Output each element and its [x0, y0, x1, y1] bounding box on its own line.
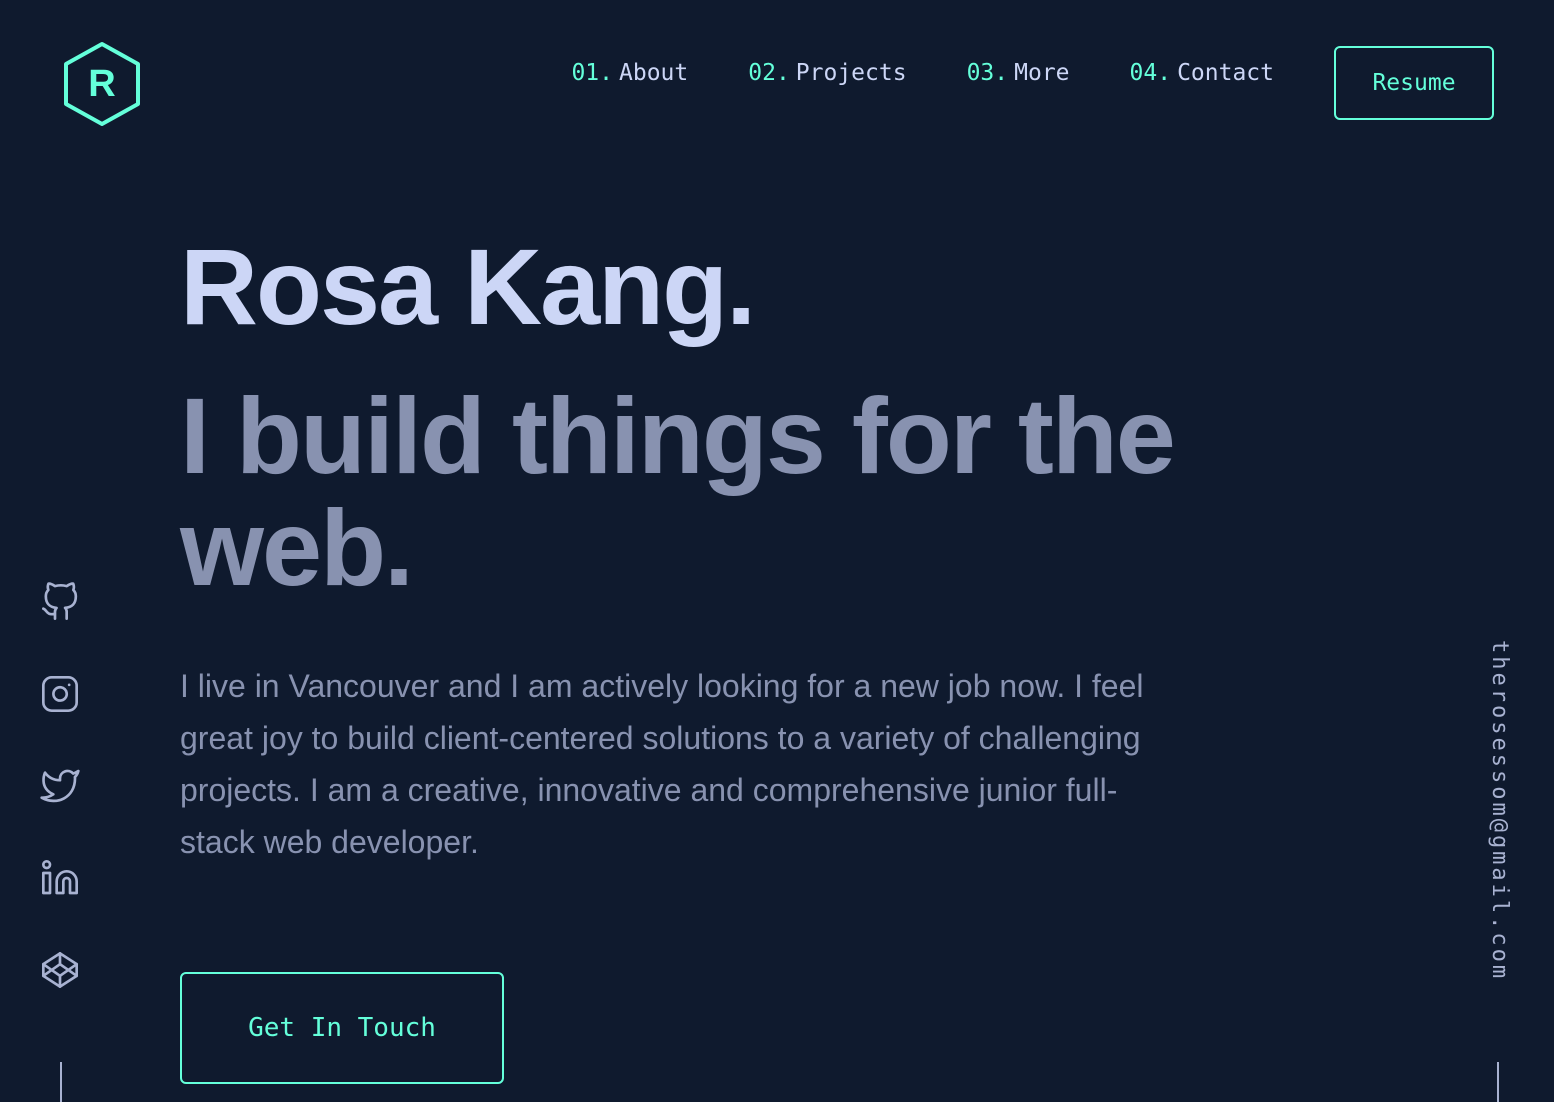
- social-sidebar: [36, 578, 84, 994]
- get-in-touch-button[interactable]: Get In Touch: [180, 972, 504, 1084]
- main-nav: 01. About 02. Projects 03. More 04. Contact: [571, 60, 1274, 86]
- hero-name: Rosa Kang.: [180, 226, 756, 347]
- email-sidebar: therosessom@gmail.com: [1470, 640, 1526, 1020]
- nav-link-about[interactable]: 01. About: [571, 60, 688, 86]
- github-link[interactable]: [36, 578, 84, 626]
- nav-number: 01.: [571, 60, 613, 86]
- instagram-link[interactable]: [36, 670, 84, 718]
- nav-label: Projects: [795, 60, 907, 86]
- nav-label: About: [619, 60, 689, 86]
- left-rail-line: [60, 1062, 62, 1102]
- codepen-link[interactable]: [36, 946, 84, 994]
- twitter-link[interactable]: [36, 762, 84, 810]
- nav-number: 04.: [1129, 60, 1172, 86]
- right-rail-line: [1497, 1062, 1499, 1102]
- nav-label: Contact: [1177, 60, 1274, 86]
- email-link[interactable]: therosessom@gmail.com: [1487, 640, 1512, 981]
- resume-button[interactable]: Resume: [1334, 46, 1494, 120]
- nav-label: More: [1014, 60, 1070, 86]
- logo-letter: R: [88, 62, 116, 105]
- codepen-icon: [42, 952, 78, 988]
- nav-link-contact[interactable]: 04. Contact: [1130, 60, 1274, 86]
- instagram-icon: [42, 676, 78, 712]
- logo-link[interactable]: R: [62, 40, 142, 128]
- hero-tagline: I build things for the web.: [180, 375, 1176, 608]
- twitter-icon: [40, 769, 80, 803]
- linkedin-icon: [42, 860, 78, 895]
- github-icon: [42, 582, 78, 620]
- nav-link-projects[interactable]: 02. Projects: [748, 60, 906, 86]
- linkedin-link[interactable]: [36, 854, 84, 902]
- nav-number: 03.: [966, 60, 1009, 86]
- hero-description: I live in Vancouver and I am actively lo…: [180, 668, 1144, 860]
- nav-link-more[interactable]: 03. More: [967, 60, 1070, 86]
- nav-number: 02.: [748, 60, 790, 86]
